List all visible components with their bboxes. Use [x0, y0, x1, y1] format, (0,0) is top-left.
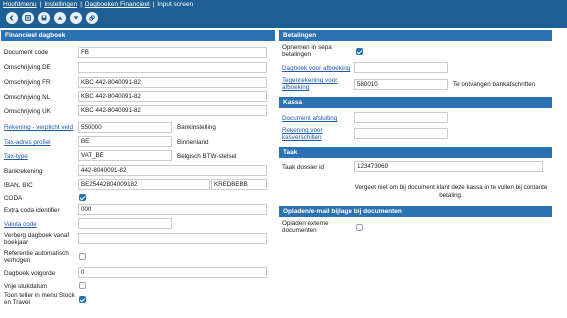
rekening-link[interactable]: Rekening - verplicht veld: [4, 124, 73, 131]
tax-adres-description: Binnenland: [177, 139, 209, 146]
referentie-label: Referentie automatisch verhogen: [4, 250, 69, 264]
tax-adres-link[interactable]: Tax-adres profiel: [4, 139, 51, 146]
opladen-externe-label: Opladen externe documenten: [282, 220, 329, 234]
list-button[interactable]: [22, 12, 34, 24]
verberg-field[interactable]: [78, 233, 267, 244]
link-icon: [89, 15, 95, 21]
opladen-externe-checkbox[interactable]: [356, 224, 363, 231]
save-button[interactable]: [38, 12, 50, 24]
document-afsluiting-link[interactable]: Document afsluiting: [282, 115, 337, 122]
tax-type-description: Belgisch BTW-stelsel: [177, 153, 237, 160]
down-button[interactable]: [70, 12, 82, 24]
document-code-field[interactable]: FB: [78, 47, 267, 58]
top-bar: Hoofdmenu | Instellingen | Dagboeken Financi…: [0, 0, 567, 28]
toolbar: [6, 12, 98, 26]
save-icon: [41, 15, 47, 21]
down-icon: [73, 16, 79, 20]
breadcrumb-instellingen[interactable]: Instellingen: [44, 1, 77, 8]
rekening-description: Bankinstelling: [177, 124, 216, 131]
extra-coda-field[interactable]: 000: [78, 204, 267, 215]
back-icon: [9, 15, 14, 21]
bankrekening-field[interactable]: 442-8040091-82: [78, 165, 267, 176]
dagboek-afboeking-link[interactable]: Dagboek voor afboeking: [282, 65, 350, 72]
document-code-label: Document code: [4, 49, 49, 56]
back-button[interactable]: [6, 12, 18, 24]
bic-field[interactable]: KREDBEBB: [211, 179, 267, 190]
omschrijving-nl-field[interactable]: KBC 442-8040091-82: [78, 91, 267, 102]
omschrijving-de-label: Omschrijving DE: [4, 64, 51, 71]
volgorde-label: Dagboek volgorde: [4, 270, 56, 277]
tax-type-link[interactable]: Tax-type: [4, 153, 28, 160]
section-taak-title: Taak: [279, 147, 552, 158]
rekening-field[interactable]: 550000: [78, 122, 172, 133]
bankrekening-label: Bankrekening: [4, 168, 43, 175]
breadcrumb: Hoofdmenu | Instellingen | Dagboeken Financi…: [3, 1, 194, 8]
omschrijving-fr-label: Omschrijving FR: [4, 79, 51, 86]
document-afsluiting-field[interactable]: [354, 112, 448, 123]
extra-coda-label: Extra coda identifier: [4, 207, 60, 214]
breadcrumb-dagboeken-financieel[interactable]: Dagboeken Financieel: [85, 1, 150, 8]
section-opladen-title: Opladen/e-mail bijlage bij documenten: [279, 206, 552, 217]
coda-checkbox[interactable]: [79, 194, 86, 201]
tax-adres-field[interactable]: BE: [78, 136, 172, 147]
tegenrekening-field[interactable]: 580010: [354, 79, 448, 90]
up-icon: [57, 16, 63, 20]
taak-dossier-field[interactable]: 123473069: [354, 161, 543, 172]
kasverschillen-field[interactable]: [354, 128, 448, 139]
toon-teller-label: Toon teller in menu Stock en Travel: [4, 292, 75, 306]
tegenrekening-description: Te ontvangen bankafschriften: [453, 81, 536, 88]
up-button[interactable]: [54, 12, 66, 24]
tax-type-field[interactable]: VAT_BE: [78, 150, 172, 161]
link-button[interactable]: [86, 12, 98, 24]
taak-dossier-label: Taak dossier id: [282, 164, 324, 171]
iban-field[interactable]: BE25442804009182: [78, 179, 210, 190]
omschrijving-de-field[interactable]: [78, 62, 267, 73]
taak-note: Vergeet niet om bij document klant deze …: [354, 184, 548, 199]
valuta-code-link[interactable]: Valuta code: [4, 221, 37, 228]
volgorde-field[interactable]: 0: [78, 267, 267, 278]
referentie-checkbox[interactable]: [79, 253, 86, 260]
iban-bic-label: IBAN, BIC: [4, 182, 33, 189]
toon-teller-checkbox[interactable]: [79, 296, 86, 303]
dagboek-afboeking-field[interactable]: [354, 62, 448, 73]
omschrijving-fr-field[interactable]: KBC 442-8040091-82: [78, 77, 267, 88]
sepa-checkbox[interactable]: [356, 48, 363, 55]
verberg-label: Verberg dagboek vanaf boekjaar: [4, 232, 70, 246]
coda-label: CODA: [4, 195, 23, 202]
omschrijving-uk-field[interactable]: KBC 442-8040091-82: [78, 105, 267, 116]
kasverschillen-link[interactable]: Rekening voor kasverschillen: [282, 127, 352, 141]
tegenrekening-link[interactable]: Tegenrekening voor afboeking: [282, 77, 352, 91]
section-financieel-dagboek-title: Financieel dagboek: [1, 30, 275, 41]
vrije-stukdatum-checkbox[interactable]: [79, 282, 86, 289]
section-kassa-title: Kassa: [279, 97, 552, 108]
sepa-label: Opnemen in sepa betalingen: [282, 44, 332, 58]
breadcrumb-current: Input screen: [157, 1, 194, 8]
vrije-stukdatum-label: Vrije stukdatum: [4, 283, 48, 290]
breadcrumb-hoofdmenu[interactable]: Hoofdmenu: [3, 1, 37, 8]
valuta-code-field[interactable]: [78, 218, 172, 229]
list-icon: [25, 15, 31, 21]
omschrijving-uk-label: Omschrijving UK: [4, 108, 51, 115]
section-betalingen-title: Betalingen: [279, 30, 552, 41]
omschrijving-nl-label: Omschrijving NL: [4, 94, 51, 101]
